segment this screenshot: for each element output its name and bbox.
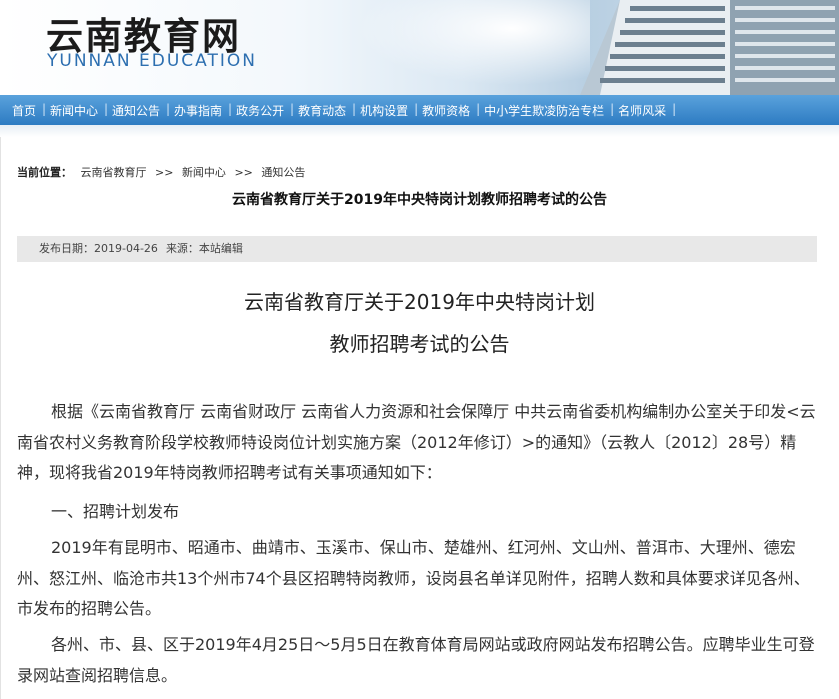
header-banner: 云南教育网 YUNNAN EDUCATION [0, 0, 839, 95]
section-heading: 一、招聘计划发布 [51, 502, 180, 521]
breadcrumb-link-department[interactable]: 云南省教育厅 [81, 166, 147, 179]
breadcrumb-separator: >> [155, 166, 174, 179]
nav-item-teacher-qualification[interactable]: 教师资格 [416, 102, 480, 119]
breadcrumb-link-notices[interactable]: 通知公告 [261, 166, 305, 179]
article-source: 来源：本站编辑 [165, 242, 243, 255]
breadcrumb: 当前位置： 云南省教育厅 >> 新闻中心 >> 通知公告 [17, 164, 310, 180]
article-title-line-2: 教师招聘考试的公告 [329, 332, 510, 356]
nav-shadow [0, 125, 839, 137]
article-meta-bar: 发布日期：2019-04-26 来源：本站编辑 [17, 236, 817, 262]
nav-item-education-news[interactable]: 教育动态 [292, 102, 356, 119]
article-paragraph: 2019年有昆明市、昭通市、曲靖市、玉溪市、保山市、楚雄州、红河州、文山州、普洱… [17, 538, 810, 618]
main-nav: 首页 新闻中心 通知公告 办事指南 政务公开 教育动态 机构设置 教师资格 中小… [0, 95, 839, 125]
nav-item-famous-teachers[interactable]: 名师风采 [612, 102, 676, 119]
nav-item-news[interactable]: 新闻中心 [44, 102, 108, 119]
breadcrumb-link-news[interactable]: 新闻中心 [182, 166, 226, 179]
nav-item-organization[interactable]: 机构设置 [354, 102, 418, 119]
article-paragraph: 各州、市、县、区于2019年4月25日～5月5日在教育体育局网站或政府网站发布招… [17, 635, 815, 685]
nav-item-anti-bullying[interactable]: 中小学生欺凌防治专栏 [478, 102, 614, 119]
breadcrumb-separator: >> [234, 166, 253, 179]
building-image [580, 0, 839, 95]
breadcrumb-label: 当前位置： [17, 166, 72, 179]
page-title: 云南省教育厅关于2019年中央特岗计划教师招聘考试的公告 [232, 192, 607, 208]
nav-item-notices[interactable]: 通知公告 [106, 102, 170, 119]
banner-glow [330, 0, 590, 95]
nav-item-public-affairs[interactable]: 政务公开 [230, 102, 294, 119]
nav-item-guide[interactable]: 办事指南 [168, 102, 232, 119]
article-title-line-1: 云南省教育厅关于2019年中央特岗计划 [244, 290, 595, 314]
site-logo-subtitle: YUNNAN EDUCATION [47, 51, 257, 71]
nav-item-home[interactable]: 首页 [6, 102, 46, 119]
publish-date: 发布日期：2019-04-26 [39, 242, 158, 255]
article-paragraph: 根据《云南省教育厅 云南省财政厅 云南省人力资源和社会保障厅 中共云南省委机构编… [17, 402, 816, 482]
